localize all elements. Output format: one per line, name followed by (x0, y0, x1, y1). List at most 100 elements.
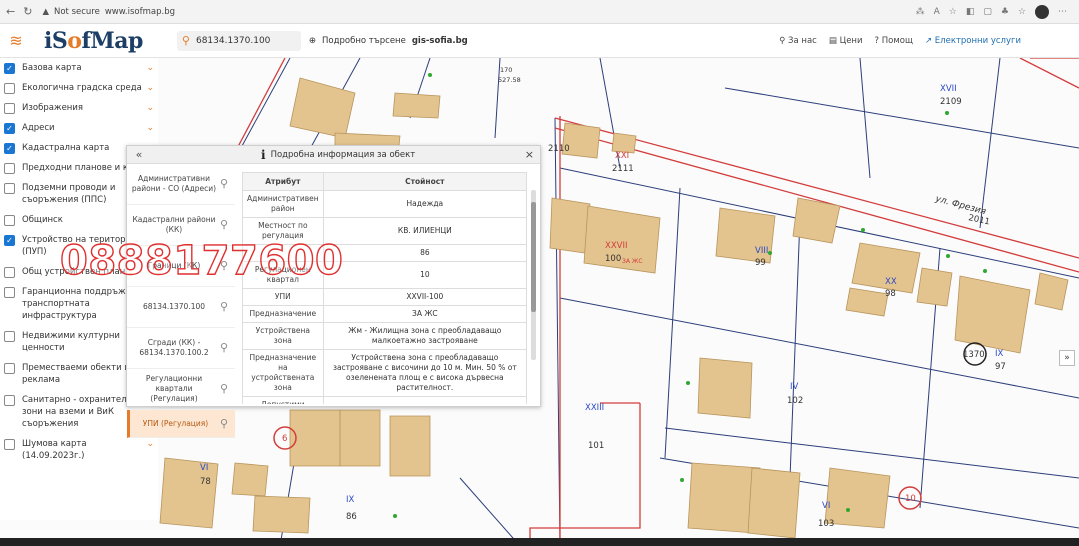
panel-tab[interactable]: Сгради (КК) - 68134.1370.100.2 ⚲ (127, 328, 235, 369)
attributes-table-wrap: Атрибут Стойност Административен район На… (242, 172, 527, 404)
collections-icon[interactable]: ☆ (1018, 7, 1026, 17)
stamp-icon[interactable]: ⚲ (217, 219, 231, 230)
svg-text:98: 98 (885, 289, 896, 299)
layer-checkbox[interactable]: ✓ (4, 63, 15, 74)
layer-checkbox[interactable] (4, 267, 15, 278)
attribute-value: Жм - Жилищна зона с преобладаващо малкое… (322, 322, 527, 350)
attribute-value: 10 (322, 261, 527, 289)
panel-tab-label: УПИ (Регулация) (142, 418, 209, 428)
warning-icon: ▲ (42, 6, 49, 17)
security-label: Not secure (53, 6, 100, 17)
svg-text:6: 6 (282, 434, 287, 444)
panel-tab[interactable]: Регулационни квартали (Регулация) ⚲ (127, 369, 235, 410)
favorite-icon[interactable]: ☆ (949, 7, 957, 17)
chevron-down-icon[interactable]: ⌄ (146, 438, 154, 450)
attribute-value: XXVII-100 (322, 288, 527, 306)
reload-icon[interactable]: ↻ (23, 5, 32, 18)
panel-tab[interactable]: 68134.1370.100 ⚲ (127, 287, 235, 328)
help-label: Помощ (881, 35, 913, 46)
layer-item[interactable]: ✓ Адреси ⌄ (0, 118, 158, 138)
about-link[interactable]: ⚲ За нас (779, 36, 817, 46)
svg-text:101: 101 (588, 441, 604, 451)
isofmap-logo[interactable]: iSofMap (44, 28, 143, 54)
browser-nav: ← ↻ (6, 5, 32, 18)
scrollbar-thumb[interactable] (531, 202, 536, 312)
logo-suffix: fMap (81, 27, 143, 54)
panel-tab[interactable]: Административни райони - СО (Адреси) ⚲ (127, 164, 235, 205)
svg-text:XXVII: XXVII (605, 241, 627, 251)
help-link[interactable]: ? Помощ (875, 36, 913, 46)
zoom-search-icon: ⊕ (308, 35, 317, 46)
profile-icon[interactable]: ♣ (1001, 7, 1009, 17)
browser-toolbar: ← ↻ ▲ Not secure www.isofmap.bg ⁂ A ☆ ◧ … (0, 0, 1079, 24)
layer-checkbox[interactable] (4, 103, 15, 114)
panel-tab[interactable]: УПИ (Регулация) ⚲ (127, 410, 235, 438)
stamp-icon[interactable]: ⚲ (217, 418, 231, 429)
stamp-icon[interactable]: ⚲ (217, 383, 231, 394)
layer-checkbox[interactable] (4, 83, 15, 94)
svg-text:VIII: VIII (755, 246, 768, 256)
panel-title: Подробна информация за обект (270, 149, 416, 160)
svg-text:ул. Фрезия: ул. Фрезия (933, 194, 987, 217)
close-button[interactable]: × (525, 148, 534, 161)
more-icon[interactable]: ⋯ (1058, 7, 1067, 17)
translate-icon[interactable]: ⁂ (916, 7, 925, 17)
search-value: 68134.1370.100 (195, 35, 271, 46)
expand-panel-button[interactable]: » (1059, 350, 1075, 366)
prices-link[interactable]: ▤ Цени (829, 36, 863, 46)
panel-tabs: Административни райони - СО (Адреси) ⚲ Кад… (127, 164, 235, 438)
address-bar[interactable]: ▲ Not secure www.isofmap.bg (42, 7, 175, 17)
layers-icon[interactable]: ≋ (0, 24, 32, 58)
back-icon[interactable]: ← (6, 5, 15, 18)
layer-checkbox[interactable] (4, 183, 15, 194)
search-input[interactable]: ⚲ 68134.1370.100 (176, 30, 301, 51)
layer-item[interactable]: Изображения ⌄ (0, 98, 158, 118)
collapse-button[interactable]: « (127, 148, 151, 161)
layer-label: Изображения (22, 103, 84, 113)
panel-tab-label: Сгради (КК) - 68134.1370.100.2 (139, 338, 209, 357)
layer-checkbox[interactable]: ✓ (4, 123, 15, 134)
phone-watermark: 0888177600 (59, 237, 344, 284)
layer-checkbox[interactable] (4, 331, 15, 342)
stamp-icon[interactable]: ⚲ (217, 342, 231, 353)
advanced-search-label: Подробно търсене (322, 35, 406, 46)
attribute-name: Административен район (242, 190, 324, 218)
chevron-down-icon[interactable]: ⌄ (146, 102, 154, 114)
chevron-down-icon[interactable]: ⌄ (146, 82, 154, 94)
layer-item[interactable]: Екологична градска среда ⌄ (0, 78, 158, 98)
layer-checkbox[interactable] (4, 287, 15, 298)
stamp-icon[interactable]: ⚲ (217, 301, 231, 312)
external-link-icon: ↗ (924, 35, 933, 46)
eservices-link[interactable]: ↗ Електронни услуги (925, 36, 1021, 46)
layer-checkbox[interactable]: ✓ (4, 143, 15, 154)
layer-label: Екологична градска среда (22, 83, 142, 93)
attribute-name: Допустими (242, 396, 324, 404)
layer-item[interactable]: ✓ Базова карта ⌄ (0, 58, 158, 78)
panel-scrollbar[interactable] (531, 190, 536, 360)
svg-text:102: 102 (787, 396, 803, 406)
panel-tab-label: Административни райони - СО (Адреси) (131, 174, 217, 193)
chevron-down-icon[interactable]: ⌄ (146, 62, 154, 74)
svg-text:1370: 1370 (963, 350, 985, 360)
avatar[interactable] (1035, 4, 1049, 19)
info-icon: i (261, 147, 266, 162)
layer-checkbox[interactable] (4, 395, 15, 406)
read-aloud-icon[interactable]: A (934, 7, 940, 17)
attribute-value: 86 (322, 244, 527, 262)
layer-label: Шумова карта (14.09.2023г.) (22, 439, 87, 461)
layer-checkbox[interactable] (4, 215, 15, 226)
advanced-search[interactable]: ⊕ Подробно търсене gis-sofia.bg (309, 36, 468, 46)
layer-item[interactable]: Шумова карта (14.09.2023г.) ⌄ (0, 434, 158, 466)
chevron-down-icon[interactable]: ⌄ (146, 122, 154, 134)
location-icon: ⚲ (779, 35, 786, 46)
layer-checkbox[interactable]: ✓ (4, 235, 15, 246)
search-icon: ⚲ (181, 34, 190, 47)
gis-sofia-link[interactable]: gis-sofia.bg (412, 36, 468, 46)
stamp-icon[interactable]: ⚲ (217, 178, 231, 189)
layer-checkbox[interactable] (4, 439, 15, 450)
layer-checkbox[interactable] (4, 363, 15, 374)
tabs-icon[interactable]: ▢ (983, 7, 992, 17)
svg-text:ЗА ЖС: ЗА ЖС (622, 258, 643, 265)
layer-checkbox[interactable] (4, 163, 15, 174)
extension-icon[interactable]: ◧ (966, 7, 975, 17)
